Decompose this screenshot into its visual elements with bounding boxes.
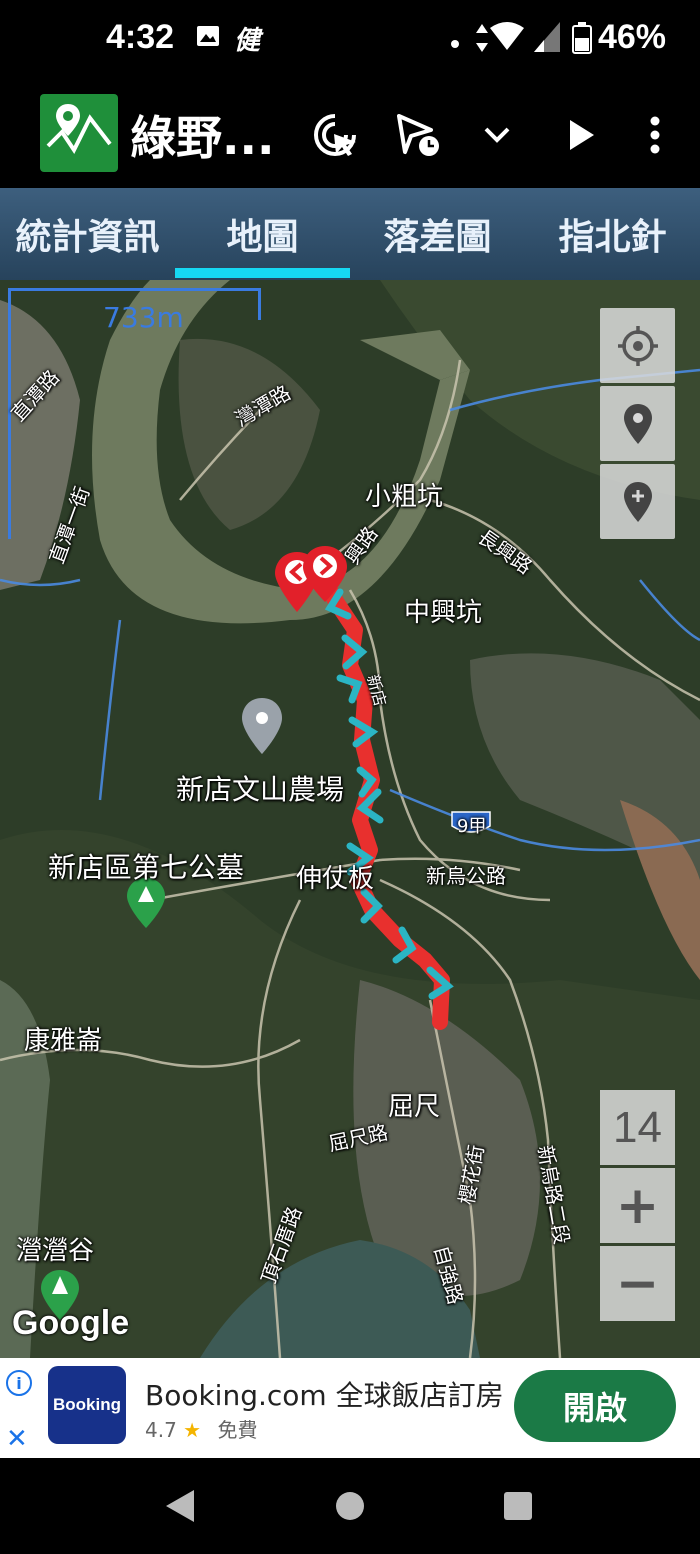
crosshair-location-icon [617,325,658,366]
data-transfer-icon [475,24,489,56]
label-quchi: 屈尺 [388,1092,441,1122]
satellite-map[interactable]: 733m 722m 灣潭路 直潭路 直潭一街 小粗坑 興路 長興路 中興坑 新店… [0,280,700,1358]
chevron-down-icon [484,127,510,143]
locate-track-button[interactable] [310,110,360,160]
recents-square-icon [504,1492,532,1520]
ad-rating-row: 4.7 ★ 免費 [145,1414,257,1443]
home-circle-icon [336,1492,364,1520]
label-cemetery: 新店區第七公墓 [48,851,245,884]
tab-bar: 統計資訊 地圖 落差圖 指北針 [0,188,700,280]
nav-home-button[interactable] [330,1486,370,1526]
active-tab-indicator [175,268,350,278]
label-yingyinggu: 瀯瀯谷 [16,1236,95,1266]
label-shenzhangban: 伸仗板 [296,864,375,894]
navigation-timer-icon [397,114,439,156]
scale-tick [258,288,261,320]
zoom-level: 14 [600,1090,675,1165]
ad-info-icon[interactable]: i [6,1370,32,1396]
map-scale-box: 733m 722m [8,288,261,539]
cursor-target-icon [314,114,356,156]
label-zhongxingkeng: 中興坑 [404,598,483,628]
status-time: 4:32 [106,18,175,56]
star-icon: ★ [183,1418,202,1442]
tab-map[interactable]: 地圖 [175,188,350,280]
more-options-button[interactable] [630,110,680,160]
tab-statistics[interactable]: 統計資訊 [0,188,175,280]
system-nav-bar [0,1458,700,1554]
map-pin-icon [623,403,652,444]
signal-icon [534,22,560,56]
app-logo-icon [40,94,118,172]
play-icon [570,120,594,150]
place-marker-button[interactable] [600,386,675,461]
nav-recents-button[interactable] [498,1486,538,1526]
app-bar: 綠野... [0,80,700,188]
label-xinwu-rd: 新烏公路 [426,864,506,888]
wifi-icon [490,22,524,56]
scale-horizontal: 733m [103,301,184,334]
battery-percent: 46% [597,18,666,56]
ad-close-icon[interactable]: ✕ [6,1424,28,1454]
app-title: 綠野... [130,111,275,165]
ad-rating-value: 4.7 [145,1418,177,1442]
tab-elevation[interactable]: 落差圖 [350,188,525,280]
battery-icon [572,22,592,58]
timed-navigation-button[interactable] [393,110,443,160]
label-route-9a: 9甲 [457,816,487,837]
zoom-out-button[interactable]: − [600,1246,675,1321]
back-triangle-icon [166,1490,194,1522]
ad-app-logo[interactable]: Booking [48,1366,126,1444]
ad-banner[interactable]: i ✕ Booking Booking.com 全球飯店訂房 4.7 ★ 免費 … [0,1358,700,1458]
add-marker-button[interactable] [600,464,675,539]
ad-open-button[interactable]: 開啟 [514,1370,676,1442]
label-kangyalun: 康雅崙 [24,1026,103,1056]
label-wenshan-farm: 新店文山農場 [176,773,345,806]
ad-price: 免費 [217,1418,258,1442]
zoom-in-button[interactable]: + [600,1168,675,1243]
dot-icon [450,34,460,53]
nav-back-button[interactable] [160,1486,200,1526]
image-notification-icon [196,24,220,52]
ad-title[interactable]: Booking.com 全球飯店訂房 [145,1374,504,1414]
status-bar: 4:32 健 46% [0,0,700,80]
health-notification-icon: 健 [234,26,261,56]
dropdown-button[interactable] [472,110,522,160]
more-vert-icon [650,116,660,154]
tab-compass[interactable]: 指北針 [525,188,700,280]
label-xiaocukeng: 小粗坑 [365,482,444,512]
google-attribution: Google [12,1304,130,1342]
add-pin-icon [623,481,652,522]
play-button[interactable] [556,110,606,160]
my-location-button[interactable] [600,308,675,383]
